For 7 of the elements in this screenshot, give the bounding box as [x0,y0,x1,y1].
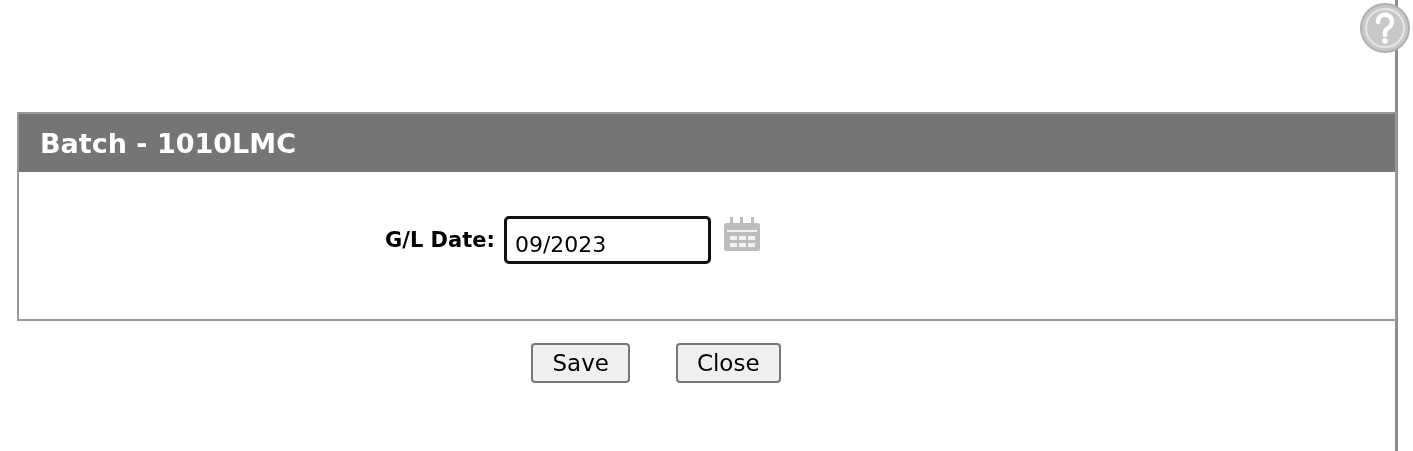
close-button[interactable]: Close [675,343,781,383]
calendar-icon[interactable] [722,215,761,253]
date-field[interactable]: 09/2023 [503,216,711,264]
field-label: G/L Date: [385,228,495,252]
save-button[interactable]: Save [531,343,630,383]
panel-title: Batch - 1010LMC [40,127,296,159]
help-icon[interactable] [1359,2,1411,54]
